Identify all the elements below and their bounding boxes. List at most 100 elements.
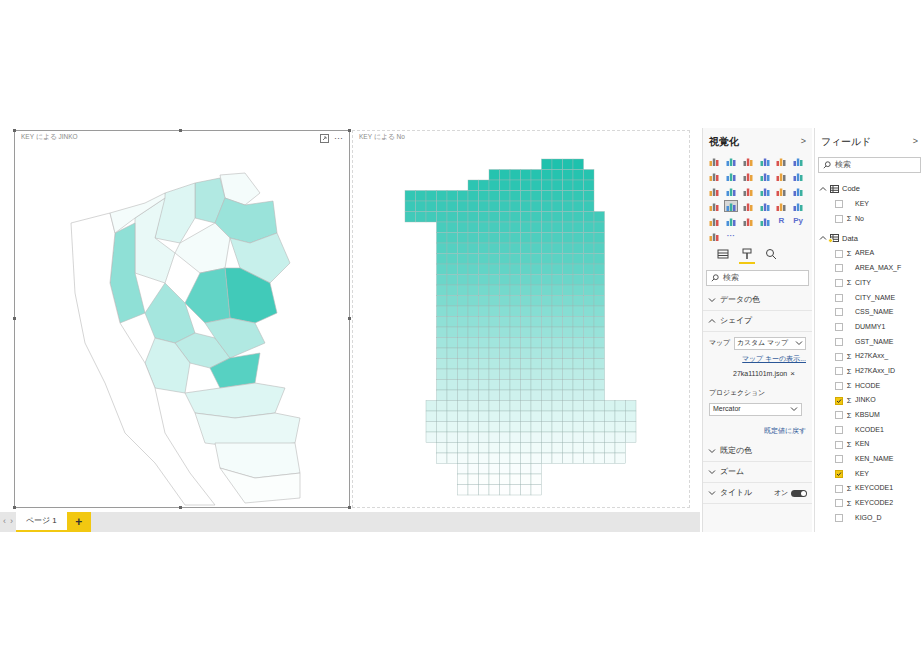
map-region[interactable] bbox=[220, 468, 300, 503]
grid-cell[interactable] bbox=[479, 369, 490, 380]
grid-cell[interactable] bbox=[584, 296, 595, 307]
grid-cell[interactable] bbox=[521, 453, 532, 464]
grid-cell[interactable] bbox=[563, 180, 574, 191]
grid-cell[interactable] bbox=[563, 212, 574, 223]
grid-cell[interactable] bbox=[489, 317, 500, 328]
grid-cell[interactable] bbox=[510, 327, 521, 338]
grid-cell[interactable] bbox=[500, 390, 511, 401]
visual-type[interactable] bbox=[791, 170, 805, 182]
grid-cell[interactable] bbox=[584, 359, 595, 370]
grid-cell[interactable] bbox=[531, 380, 542, 391]
grid-cell[interactable] bbox=[510, 443, 521, 454]
visual-type[interactable] bbox=[758, 155, 772, 167]
grid-cell[interactable] bbox=[468, 222, 479, 233]
grid-cell[interactable] bbox=[584, 453, 595, 464]
grid-cell[interactable] bbox=[458, 453, 469, 464]
grid-cell[interactable] bbox=[447, 296, 458, 307]
grid-cell[interactable] bbox=[468, 348, 479, 359]
field-row[interactable]: ΣKBSUM bbox=[815, 408, 924, 423]
grid-cell[interactable] bbox=[594, 212, 605, 223]
grid-cell[interactable] bbox=[542, 296, 553, 307]
visual-type[interactable] bbox=[724, 155, 738, 167]
grid-cell[interactable] bbox=[573, 327, 584, 338]
grid-cell[interactable] bbox=[500, 348, 511, 359]
grid-cell[interactable] bbox=[510, 390, 521, 401]
grid-cell[interactable] bbox=[542, 201, 553, 212]
grid-cell[interactable] bbox=[542, 443, 553, 454]
grid-cell[interactable] bbox=[521, 401, 532, 412]
expand-chevron-icon[interactable] bbox=[819, 185, 827, 193]
grid-cell[interactable] bbox=[584, 411, 595, 422]
map-region[interactable] bbox=[185, 383, 285, 418]
grid-cell[interactable] bbox=[447, 264, 458, 275]
grid-cell[interactable] bbox=[542, 275, 553, 286]
map-region[interactable] bbox=[110, 193, 165, 233]
grid-cell[interactable] bbox=[437, 296, 448, 307]
grid-cell[interactable] bbox=[500, 285, 511, 296]
grid-cell[interactable] bbox=[479, 390, 490, 401]
grid-cell[interactable] bbox=[531, 348, 542, 359]
grid-cell[interactable] bbox=[479, 264, 490, 275]
visual-type[interactable] bbox=[791, 155, 805, 167]
grid-cell[interactable] bbox=[521, 180, 532, 191]
grid-cell[interactable] bbox=[584, 243, 595, 254]
grid-cell[interactable] bbox=[531, 411, 542, 422]
grid-cell[interactable] bbox=[521, 254, 532, 265]
field-checkbox[interactable] bbox=[835, 264, 843, 272]
grid-cell[interactable] bbox=[447, 401, 458, 412]
grid-cell[interactable] bbox=[615, 432, 626, 443]
grid-cell[interactable] bbox=[479, 212, 490, 223]
grid-cell[interactable] bbox=[447, 411, 458, 422]
grid-cell[interactable] bbox=[594, 243, 605, 254]
grid-cell[interactable] bbox=[573, 432, 584, 443]
field-checkbox[interactable] bbox=[835, 397, 843, 405]
grid-cell[interactable] bbox=[458, 338, 469, 349]
grid-cell[interactable] bbox=[510, 264, 521, 275]
grid-cell[interactable] bbox=[510, 212, 521, 223]
grid-cell[interactable] bbox=[542, 306, 553, 317]
grid-cell[interactable] bbox=[626, 401, 637, 412]
grid-cell[interactable] bbox=[573, 422, 584, 433]
grid-cell[interactable] bbox=[447, 369, 458, 380]
grid-cell[interactable] bbox=[573, 296, 584, 307]
grid-cell[interactable] bbox=[563, 390, 574, 401]
grid-cell[interactable] bbox=[563, 453, 574, 464]
grid-cell[interactable] bbox=[584, 317, 595, 328]
grid-cell[interactable] bbox=[542, 453, 553, 464]
grid-cell[interactable] bbox=[510, 317, 521, 328]
resize-handle[interactable] bbox=[179, 129, 182, 132]
grid-cell[interactable] bbox=[521, 485, 532, 496]
grid-cell[interactable] bbox=[563, 254, 574, 265]
grid-cell[interactable] bbox=[437, 201, 448, 212]
grid-cell[interactable] bbox=[489, 306, 500, 317]
grid-cell[interactable] bbox=[584, 275, 595, 286]
grid-cell[interactable] bbox=[573, 264, 584, 275]
projection-dropdown[interactable]: Mercator bbox=[709, 403, 802, 416]
grid-cell[interactable] bbox=[468, 338, 479, 349]
grid-cell[interactable] bbox=[521, 201, 532, 212]
page-tab[interactable]: ページ 1 bbox=[16, 512, 67, 532]
grid-cell[interactable] bbox=[468, 485, 479, 496]
field-row[interactable]: ΣNo bbox=[815, 212, 924, 227]
grid-cell[interactable] bbox=[521, 464, 532, 475]
grid-cell[interactable] bbox=[552, 212, 563, 223]
field-checkbox[interactable] bbox=[835, 279, 843, 287]
visual-type[interactable] bbox=[724, 200, 738, 212]
grid-cell[interactable] bbox=[573, 317, 584, 328]
grid-cell[interactable] bbox=[552, 275, 563, 286]
map-dropdown[interactable]: カスタム マップ bbox=[734, 337, 806, 350]
grid-cell[interactable] bbox=[489, 275, 500, 286]
grid-cell[interactable] bbox=[437, 432, 448, 443]
grid-cell[interactable] bbox=[479, 485, 490, 496]
grid-cell[interactable] bbox=[584, 170, 595, 181]
grid-cell[interactable] bbox=[552, 222, 563, 233]
grid-cell[interactable] bbox=[500, 212, 511, 223]
grid-cell[interactable] bbox=[479, 474, 490, 485]
grid-cell[interactable] bbox=[510, 464, 521, 475]
section-header[interactable]: 既定の色 bbox=[703, 441, 812, 462]
grid-cell[interactable] bbox=[468, 411, 479, 422]
grid-cell[interactable] bbox=[489, 338, 500, 349]
grid-cell[interactable] bbox=[584, 264, 595, 275]
grid-cell[interactable] bbox=[552, 243, 563, 254]
grid-cell[interactable] bbox=[584, 233, 595, 244]
